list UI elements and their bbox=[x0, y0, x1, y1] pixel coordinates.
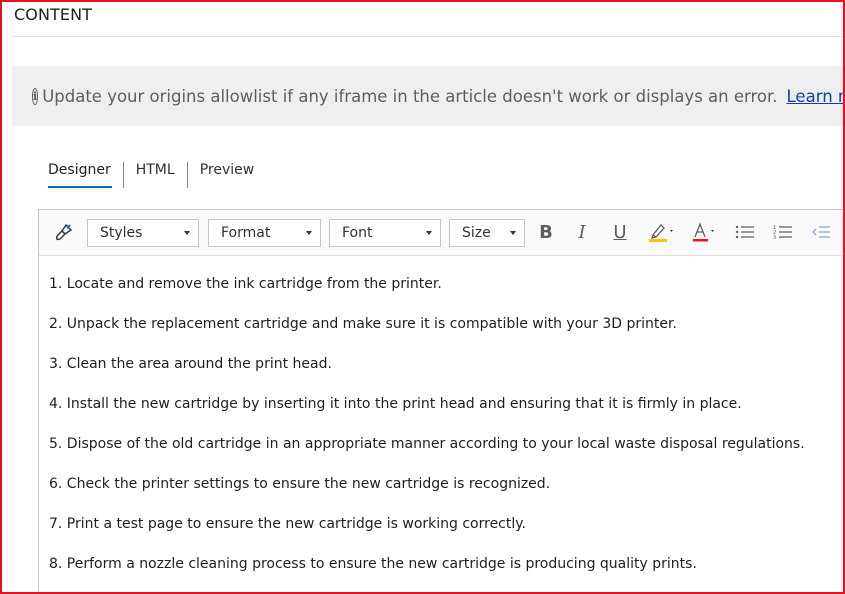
list-item: 5. Dispose of the old cartridge in an ap… bbox=[49, 436, 805, 452]
list-item: 7. Print a test page to ensure the new c… bbox=[49, 516, 526, 532]
bulleted-list-icon bbox=[735, 225, 754, 239]
rich-text-editor: Styles Format Font Size B I U 1 2 3 1. L… bbox=[38, 209, 843, 594]
svg-text:3: 3 bbox=[773, 235, 776, 240]
list-item: 1. Locate and remove the ink cartridge f… bbox=[49, 276, 442, 292]
format-label: Format bbox=[221, 225, 271, 241]
chevron-down-icon bbox=[510, 231, 516, 235]
info-icon: i bbox=[32, 87, 39, 105]
learn-more-link[interactable]: Learn more bbox=[787, 87, 843, 106]
editor-content[interactable]: 1. Locate and remove the ink cartridge f… bbox=[49, 258, 835, 578]
list-item: 2. Unpack the replacement cartridge and … bbox=[49, 316, 677, 332]
styles-dropdown[interactable]: Styles bbox=[87, 219, 199, 247]
bulleted-list-button[interactable] bbox=[733, 218, 757, 246]
editor-tabs: Designer HTML Preview bbox=[48, 156, 266, 188]
italic-button[interactable]: I bbox=[569, 218, 595, 246]
section-title: CONTENT bbox=[14, 5, 93, 24]
list-item: 8. Perform a nozzle cleaning process to … bbox=[49, 556, 697, 572]
size-dropdown[interactable]: Size bbox=[449, 219, 525, 247]
list-item: 4. Install the new cartridge by insertin… bbox=[49, 396, 742, 412]
numbered-list-button[interactable]: 1 2 3 bbox=[771, 218, 795, 246]
chevron-down-icon bbox=[426, 231, 432, 235]
brush-icon[interactable] bbox=[51, 218, 77, 246]
styles-label: Styles bbox=[100, 225, 143, 241]
numbered-list-icon: 1 2 3 bbox=[773, 225, 792, 240]
chevron-down-icon bbox=[184, 231, 190, 235]
info-message: Update your origins allowlist if any ifr… bbox=[42, 86, 778, 106]
list-item: 3. Clean the area around the print head. bbox=[49, 356, 332, 372]
underline-button[interactable]: U bbox=[607, 218, 633, 246]
chevron-down-icon bbox=[306, 231, 312, 235]
editor-toolbar: Styles Format Font Size B I U 1 2 3 bbox=[39, 210, 843, 256]
highlight-button[interactable] bbox=[645, 218, 679, 246]
font-color-icon bbox=[693, 222, 714, 242]
divider bbox=[12, 36, 843, 37]
decrease-indent-button[interactable] bbox=[809, 218, 833, 246]
bold-button[interactable]: B bbox=[533, 218, 559, 246]
font-color-button[interactable] bbox=[689, 218, 721, 246]
tab-html[interactable]: HTML bbox=[124, 156, 187, 188]
font-label: Font bbox=[342, 225, 373, 241]
decrease-indent-icon bbox=[812, 226, 830, 238]
tab-designer[interactable]: Designer bbox=[48, 156, 123, 188]
tab-preview[interactable]: Preview bbox=[188, 156, 267, 188]
font-dropdown[interactable]: Font bbox=[329, 219, 441, 247]
format-dropdown[interactable]: Format bbox=[208, 219, 321, 247]
highlight-icon bbox=[649, 224, 673, 242]
size-label: Size bbox=[462, 225, 491, 241]
info-banner: i Update your origins allowlist if any i… bbox=[12, 66, 843, 126]
list-item: 6. Check the printer settings to ensure … bbox=[49, 476, 551, 492]
